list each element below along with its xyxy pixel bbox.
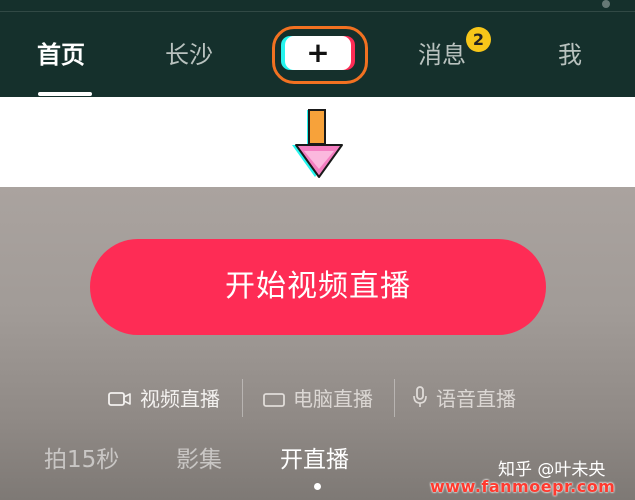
create-button-highlight: + <box>272 26 368 84</box>
message-badge: 2 <box>466 27 491 52</box>
mode-label: 电脑直播 <box>293 387 373 411</box>
mode-voice-live[interactable]: 语音直播 <box>412 385 516 413</box>
down-arrow-icon <box>292 109 343 178</box>
mode-pc-live[interactable]: 电脑直播 <box>263 385 373 413</box>
active-tab-indicator <box>38 92 92 96</box>
tab-me[interactable]: 我 <box>558 38 582 72</box>
plus-icon: + <box>306 36 330 69</box>
mode-label: 语音直播 <box>436 387 516 411</box>
monitor-icon <box>263 387 285 415</box>
tab-messages[interactable]: 消息 <box>418 38 466 72</box>
live-panel: 开始视频直播 视频直播 电脑直播 语音直播 拍15秒 影集 开直播 知乎 @叶未… <box>0 187 635 500</box>
start-live-button[interactable]: 开始视频直播 <box>90 239 546 335</box>
mode-divider <box>394 379 395 417</box>
tab-album[interactable]: 影集 <box>176 443 222 477</box>
site-watermark: www.fanmoepr.com <box>430 477 616 496</box>
video-camera-icon <box>108 387 132 415</box>
selected-tab-dot <box>314 483 321 490</box>
microphone-icon <box>412 386 428 415</box>
mode-divider <box>242 379 243 417</box>
mode-label: 视频直播 <box>140 387 220 411</box>
tab-go-live[interactable]: 开直播 <box>280 443 349 477</box>
tab-city[interactable]: 长沙 <box>165 38 213 72</box>
create-button[interactable]: + <box>285 36 351 70</box>
top-tab-bar: 首页 长沙 + 消息 2 我 <box>0 0 635 97</box>
status-divider <box>0 11 635 12</box>
tab-shoot-15s[interactable]: 拍15秒 <box>44 443 119 477</box>
mode-video-live[interactable]: 视频直播 <box>108 385 220 413</box>
tab-home[interactable]: 首页 <box>37 38 85 72</box>
status-dot <box>602 0 610 8</box>
arrow-strip <box>0 97 635 187</box>
